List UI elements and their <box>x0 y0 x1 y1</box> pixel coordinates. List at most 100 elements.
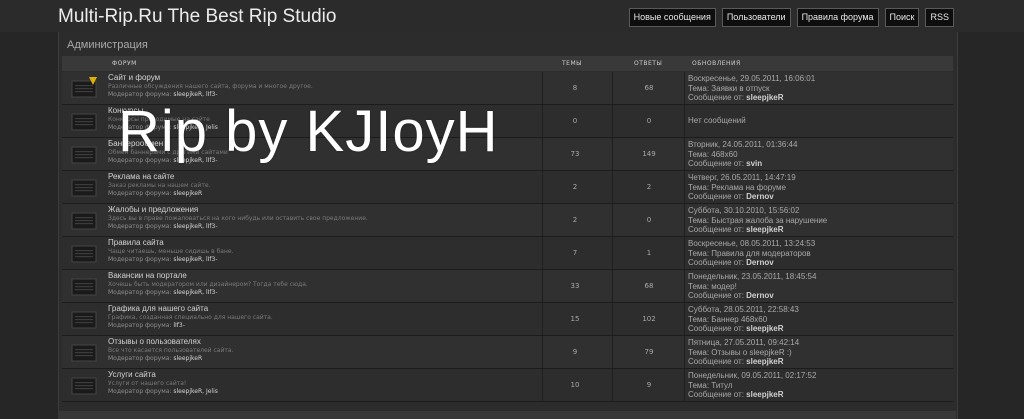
column-forum: ФОРУМ <box>112 60 137 67</box>
nav-users-button[interactable]: Пользователи <box>721 8 791 27</box>
folder-icon <box>68 175 102 199</box>
last-post-author[interactable]: svin <box>746 159 762 168</box>
last-post-topic[interactable]: Тема: модер! <box>688 282 948 292</box>
last-post: Пятница, 27.05.2011, 09:42:14 Тема: Отзы… <box>688 338 948 367</box>
folder-icon <box>68 241 102 265</box>
folder-new-icon <box>68 76 102 100</box>
nav-rss-button[interactable]: RSS <box>925 8 954 27</box>
moderators-label: Модератор форума: <box>108 124 172 131</box>
column-divider <box>684 237 685 269</box>
last-post-author[interactable]: sleepjkeR <box>746 324 783 333</box>
last-post-date: Вторник, 24.05.2011, 01:36:44 <box>688 140 798 149</box>
last-post-date: Воскресенье, 08.05.2011, 13:24:53 <box>688 239 816 248</box>
forum-info: Правила сайта Чаще читаешь, меньше сидиш… <box>108 239 538 265</box>
last-post-author[interactable]: Dernov <box>746 258 774 267</box>
nav-search-button[interactable]: Поиск <box>884 8 920 27</box>
last-post-topic[interactable]: Тема: Реклама на форуме <box>688 183 948 193</box>
forum-name[interactable]: Жалобы и предложения <box>108 206 538 215</box>
forum-description: Все что касается пользователей сайта. <box>108 346 234 354</box>
category-title[interactable]: Администрация <box>67 39 148 51</box>
forum-posts-count: 68 <box>644 84 654 92</box>
forum-name[interactable]: Правила сайта <box>108 239 538 248</box>
forum-panel: Администрация ФОРУМ ТЕМЫ ОТВЕТЫ ОБНОВЛЕН… <box>58 32 958 419</box>
moderators-label: Модератор форума: <box>108 289 172 296</box>
moderators-label: Модератор форума: <box>108 157 172 164</box>
moderators-names[interactable]: lIf3- <box>173 322 185 329</box>
last-post-topic[interactable]: Тема: Баннер 468x60 <box>688 315 948 325</box>
last-post-author-line: Сообщение от: Dernov <box>688 192 948 202</box>
last-post-author-line: Сообщение от: Dernov <box>688 291 948 301</box>
forum-name[interactable]: Реклама на сайте <box>108 173 538 182</box>
forum-info: Вакансии на портале Хочешь быть модерато… <box>108 272 538 298</box>
forum-row[interactable]: Правила сайта Чаще читаешь, меньше сидиш… <box>62 237 953 270</box>
moderators-names[interactable]: sleepjkeR, Jelis <box>173 124 218 131</box>
last-post-topic[interactable]: Тема: Быстрая жалоба за нарушение <box>688 216 948 226</box>
last-post: Четверг, 26.05.2011, 14:47:19 Тема: Рекл… <box>688 173 948 202</box>
forum-row[interactable]: Сайт и форум Различные обсуждения нашего… <box>62 72 953 105</box>
folder-icon <box>68 307 102 331</box>
forum-topics-count: 0 <box>572 117 578 125</box>
forum-posts-count: 0 <box>646 117 652 125</box>
forum-description: Конкурсы проводимые на сайте <box>108 115 210 123</box>
forum-name[interactable]: Графика для нашего сайта <box>108 305 538 314</box>
last-post-author[interactable]: Dernov <box>746 192 774 201</box>
last-post-author[interactable]: sleepjkeR <box>746 93 783 102</box>
moderators-label: Модератор форума: <box>108 91 172 98</box>
forum-row[interactable]: Реклама на сайте Заказ рекламы на нашем … <box>62 171 953 204</box>
forum-name[interactable]: Баннерообмен <box>108 140 538 149</box>
forum-row[interactable]: Отзывы о пользователях Все что касается … <box>62 336 953 369</box>
nav-rules-button[interactable]: Правила форума <box>796 8 879 27</box>
last-post-topic[interactable]: Тема: Правила для модераторов <box>688 249 948 259</box>
last-post-author[interactable]: Dernov <box>746 291 774 300</box>
moderators-names[interactable]: sleepjkeR, Jelis <box>173 388 218 395</box>
forum-topics-count: 2 <box>572 216 578 224</box>
last-post-topic[interactable]: Тема: Титул <box>688 381 948 391</box>
last-post-author[interactable]: sleepjkeR <box>746 357 783 366</box>
forum-row[interactable]: Графика для нашего сайта Графика, создан… <box>62 303 953 336</box>
last-post-topic[interactable]: Тема: 468x60 <box>688 150 948 160</box>
column-divider <box>612 171 613 203</box>
forum-moderators: Модератор форума: sleepjkeR, lIf3- <box>108 91 538 100</box>
forum-name[interactable]: Конкурсы <box>108 107 538 116</box>
forum-row[interactable]: Жалобы и предложения Здесь вы в праве по… <box>62 204 953 237</box>
forum-info: Баннерообмен Обмен баннерами с другими с… <box>108 140 538 166</box>
forum-moderators: Модератор форума: sleepjkeR, lIf3- <box>108 223 538 232</box>
forum-name[interactable]: Отзывы о пользователях <box>108 338 538 347</box>
forum-row[interactable]: Вакансии на портале Хочешь быть модерато… <box>62 270 953 303</box>
folder-icon <box>68 340 102 364</box>
last-post-author[interactable]: sleepjkeR <box>746 225 783 234</box>
forum-name[interactable]: Сайт и форум <box>108 74 538 83</box>
moderators-names[interactable]: sleepjkeR <box>173 190 202 197</box>
forum-description: Здесь вы в праве пожаловаться на кого ни… <box>108 214 368 222</box>
moderators-names[interactable]: sleepjkeR <box>173 355 202 362</box>
footer-bar <box>58 411 956 419</box>
forum-name[interactable]: Услуги сайта <box>108 371 538 380</box>
forum-row[interactable]: Конкурсы Конкурсы проводимые на сайте Мо… <box>62 105 953 138</box>
moderators-names[interactable]: sleepjkeR, lIf3- <box>173 289 217 296</box>
column-divider <box>542 369 543 401</box>
nav-new-posts-button[interactable]: Новые сообщения <box>628 8 716 27</box>
forum-description: Хочешь быть модератором или дизайнером? … <box>108 280 308 288</box>
forum-topics-count: 9 <box>572 348 578 356</box>
moderators-names[interactable]: sleepjkeR, lIf3- <box>173 256 217 263</box>
table-header: ФОРУМ ТЕМЫ ОТВЕТЫ ОБНОВЛЕНИЯ <box>62 56 953 71</box>
last-post-author-label: Сообщение от: <box>688 225 744 234</box>
forum-row[interactable]: Услуги сайта Услуги от нашего сайта! Мод… <box>62 369 953 402</box>
last-post-author-line: Сообщение от: sleepjkeR <box>688 390 948 400</box>
site-header: Multi-Rip.Ru The Best Rip Studio Новые с… <box>0 0 1024 32</box>
last-post-author-line: Сообщение от: sleepjkeR <box>688 93 948 103</box>
last-post-author[interactable]: sleepjkeR <box>746 390 783 399</box>
column-divider <box>612 105 613 137</box>
moderators-names[interactable]: sleepjkeR, lIf3- <box>173 223 217 230</box>
site-title[interactable]: Multi-Rip.Ru The Best Rip Studio <box>58 6 336 28</box>
last-post-topic[interactable]: Тема: Заявки в отпуск <box>688 84 948 94</box>
forum-row[interactable]: Баннерообмен Обмен баннерами с другими с… <box>62 138 953 171</box>
last-post: Суббота, 30.10.2010, 15:56:02 Тема: Быст… <box>688 206 948 235</box>
forum-topics-count: 10 <box>570 381 580 389</box>
forum-moderators: Модератор форума: sleepjkeR <box>108 355 538 364</box>
moderators-names[interactable]: sleepjkeR, lIf3- <box>173 91 217 98</box>
forum-name[interactable]: Вакансии на портале <box>108 272 538 281</box>
moderators-names[interactable]: sleepjkeR, lIf3- <box>173 157 217 164</box>
column-last: ОБНОВЛЕНИЯ <box>692 60 741 67</box>
last-post-topic[interactable]: Тема: Отзывы о sleepjkeR :) <box>688 348 948 358</box>
